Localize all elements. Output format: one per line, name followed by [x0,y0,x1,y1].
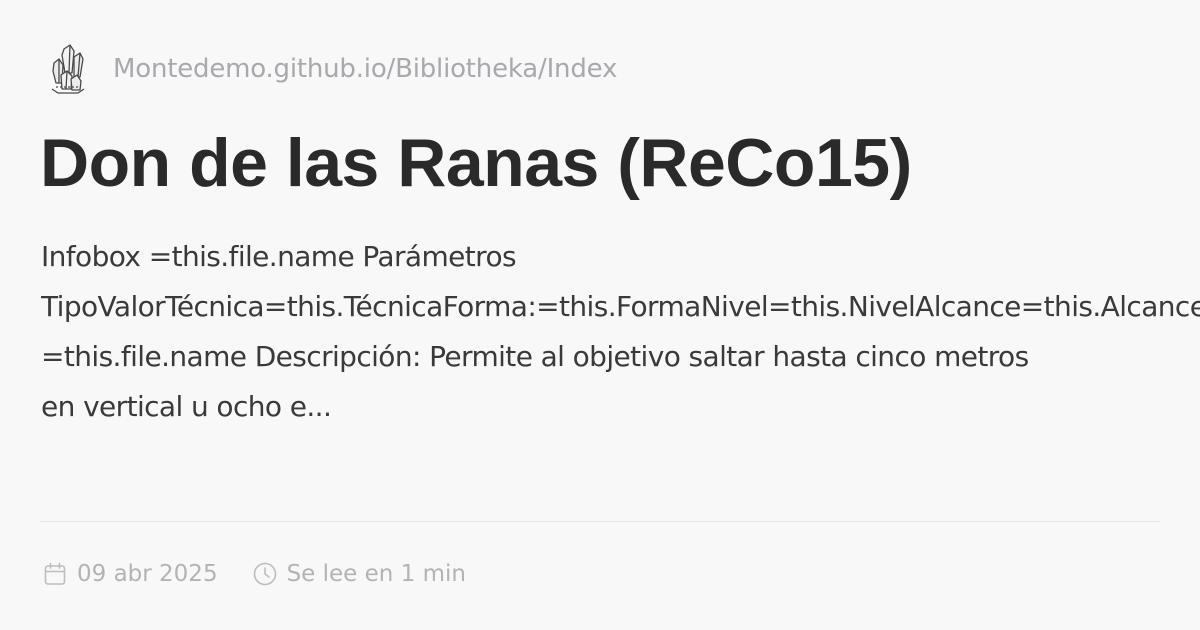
social-preview-card: Montedemo.github.io/Bibliotheka/Index Do… [0,0,1200,630]
divider [40,521,1160,522]
description-line: Infobox =this.file.name Parámetros [41,240,517,273]
page-title: Don de las Ranas (ReCo15) [40,125,912,201]
page-description: Infobox =this.file.name Parámetros TipoV… [41,232,1200,432]
description-line: en vertical u ocho e... [41,390,332,423]
site-url[interactable]: Montedemo.github.io/Bibliotheka/Index [113,54,617,84]
site-header: Montedemo.github.io/Bibliotheka/Index [46,40,617,98]
reading-time-text: Se lee en 1 min [286,561,466,587]
reading-time: Se lee en 1 min [252,561,466,587]
description-line: TipoValorTécnica=this.TécnicaForma:=this… [41,290,1200,323]
crystal-cluster-icon [46,41,90,97]
publish-date-text: 09 abr 2025 [77,561,218,587]
publish-date: 09 abr 2025 [42,561,218,587]
description-line: =this.file.name Descripción: Permite al … [41,340,1029,373]
calendar-icon [42,561,68,587]
post-meta: 09 abr 2025 Se lee en 1 min [42,556,466,592]
clock-icon [252,561,278,587]
